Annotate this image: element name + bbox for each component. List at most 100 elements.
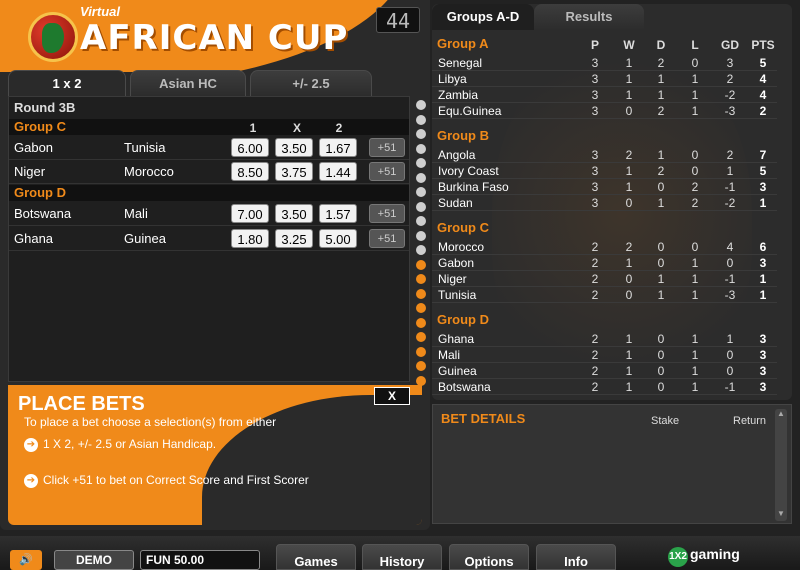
team-name: Mali — [438, 348, 461, 362]
played: 3 — [591, 72, 599, 86]
bet-details-scrollbar[interactable]: ▲ ▼ — [775, 409, 787, 521]
team-name: Gabon — [438, 256, 475, 270]
scroll-up-icon[interactable]: ▲ — [775, 409, 787, 421]
standings-row: Gabon 2 1 0 1 0 3 — [432, 255, 777, 271]
bet-details-title: BET DETAILS — [441, 411, 526, 426]
lost: 1 — [691, 288, 699, 302]
odd-draw[interactable]: 3.75 — [275, 162, 313, 181]
won: 1 — [625, 364, 633, 378]
odd-home[interactable]: 6.00 — [231, 138, 269, 157]
home-team: Ghana — [14, 231, 54, 246]
tab-1x2[interactable]: 1 x 2 — [8, 70, 126, 96]
scroll-indicator[interactable] — [416, 100, 428, 390]
more-markets-button[interactable]: +51 — [369, 138, 405, 157]
standings-panel: Groups A-D Results Group A P W D L GD PT… — [432, 4, 792, 400]
more-markets-button[interactable]: +51 — [369, 162, 405, 181]
drawn: 0 — [657, 332, 665, 346]
odd-home[interactable]: 7.00 — [231, 204, 269, 223]
lost: 1 — [691, 332, 699, 346]
odd-away[interactable]: 1.67 — [319, 138, 357, 157]
home-team: Botswana — [14, 206, 72, 221]
games-button[interactable]: Games — [276, 544, 356, 570]
options-button[interactable]: Options — [449, 544, 529, 570]
scroll-dot — [416, 303, 426, 313]
history-button[interactable]: History — [362, 544, 442, 570]
standings-row: Ivory Coast 3 1 2 0 1 5 — [432, 163, 777, 179]
won: 1 — [625, 164, 633, 178]
team-name: Ghana — [438, 332, 475, 346]
points: 5 — [759, 56, 767, 70]
points: 3 — [759, 256, 767, 270]
won: 1 — [625, 332, 633, 346]
played: 2 — [591, 332, 599, 346]
scroll-dot — [416, 317, 426, 328]
odd-away[interactable]: 1.57 — [319, 204, 357, 223]
sound-icon[interactable]: 🔊 — [10, 550, 42, 570]
col-header-w: W — [623, 38, 635, 52]
drawn: 1 — [657, 88, 665, 102]
odd-draw[interactable]: 3.50 — [275, 138, 313, 157]
match-row: Botswana Mali 7.00 3.50 1.57 +51 — [9, 202, 409, 226]
drawn: 1 — [657, 148, 665, 162]
away-team: Guinea — [124, 231, 166, 246]
points: 3 — [759, 180, 767, 194]
group-name: Group D — [14, 185, 66, 200]
standings-row: Morocco 2 2 0 0 4 6 — [432, 239, 777, 255]
scroll-dot — [416, 274, 426, 284]
more-markets-button[interactable]: +51 — [369, 229, 405, 248]
drawn: 1 — [657, 288, 665, 302]
played: 2 — [591, 288, 599, 302]
info-button[interactable]: Info — [536, 544, 616, 570]
bottom-toolbar: 🔊 DEMO FUN 50.00 Games History Options I… — [0, 536, 800, 570]
goal-diff: -2 — [724, 88, 736, 102]
col-header-l: L — [691, 38, 699, 52]
lost: 0 — [691, 148, 699, 162]
team-name: Tunisia — [438, 288, 477, 302]
won: 1 — [625, 256, 633, 270]
points: 5 — [759, 164, 767, 178]
standings-row: Ghana 2 1 0 1 1 3 — [432, 331, 777, 347]
drawn: 1 — [657, 72, 665, 86]
standings-row: Senegal 3 1 2 0 3 5 — [432, 55, 777, 71]
place-bets-hint-1: ➔ 1 X 2, +/- 2.5 or Asian Handicap. — [24, 437, 216, 452]
tab-asian-hc[interactable]: Asian HC — [130, 70, 246, 96]
more-markets-button[interactable]: +51 — [369, 204, 405, 223]
odd-draw[interactable]: 3.50 — [275, 204, 313, 223]
betting-panel: Virtual AFRICAN CUP 44 1 x 2 Asian HC +/… — [0, 0, 430, 530]
won: 1 — [625, 72, 633, 86]
drawn: 2 — [657, 56, 665, 70]
brand-logo: 1X2 gaming — [668, 546, 740, 567]
drawn: 0 — [657, 256, 665, 270]
played: 3 — [591, 88, 599, 102]
odd-home[interactable]: 1.80 — [231, 229, 269, 248]
played: 2 — [591, 272, 599, 286]
close-button[interactable]: X — [374, 387, 410, 405]
tab-groups-a-d[interactable]: Groups A-D — [432, 4, 534, 30]
lost: 1 — [691, 256, 699, 270]
header-banner: Virtual AFRICAN CUP 44 — [0, 0, 430, 72]
won: 2 — [625, 148, 633, 162]
goal-diff: 2 — [726, 72, 734, 86]
odd-away[interactable]: 1.44 — [319, 162, 357, 181]
lost: 2 — [691, 180, 699, 194]
standings-row: Mali 2 1 0 1 0 3 — [432, 347, 777, 363]
odd-draw[interactable]: 3.25 — [275, 229, 313, 248]
lost: 0 — [691, 164, 699, 178]
drawn: 0 — [657, 380, 665, 394]
demo-button[interactable]: DEMO — [54, 550, 134, 570]
odd-away[interactable]: 5.00 — [319, 229, 357, 248]
tab-over-under[interactable]: +/- 2.5 — [250, 70, 372, 96]
odd-home[interactable]: 8.50 — [231, 162, 269, 181]
drawn: 1 — [657, 272, 665, 286]
team-name: Burkina Faso — [438, 180, 509, 194]
scroll-down-icon[interactable]: ▼ — [775, 509, 787, 521]
scroll-dot — [416, 114, 426, 125]
home-team: Niger — [14, 164, 46, 179]
col-header-pts: PTS — [751, 38, 775, 52]
tab-results[interactable]: Results — [534, 4, 644, 30]
scroll-dot — [416, 216, 426, 226]
logo-virtual-text: Virtual — [80, 4, 120, 19]
standings-row: Botswana 2 1 0 1 -1 3 — [432, 379, 777, 395]
col-header-p: P — [590, 38, 599, 52]
goal-diff: -1 — [724, 272, 736, 286]
